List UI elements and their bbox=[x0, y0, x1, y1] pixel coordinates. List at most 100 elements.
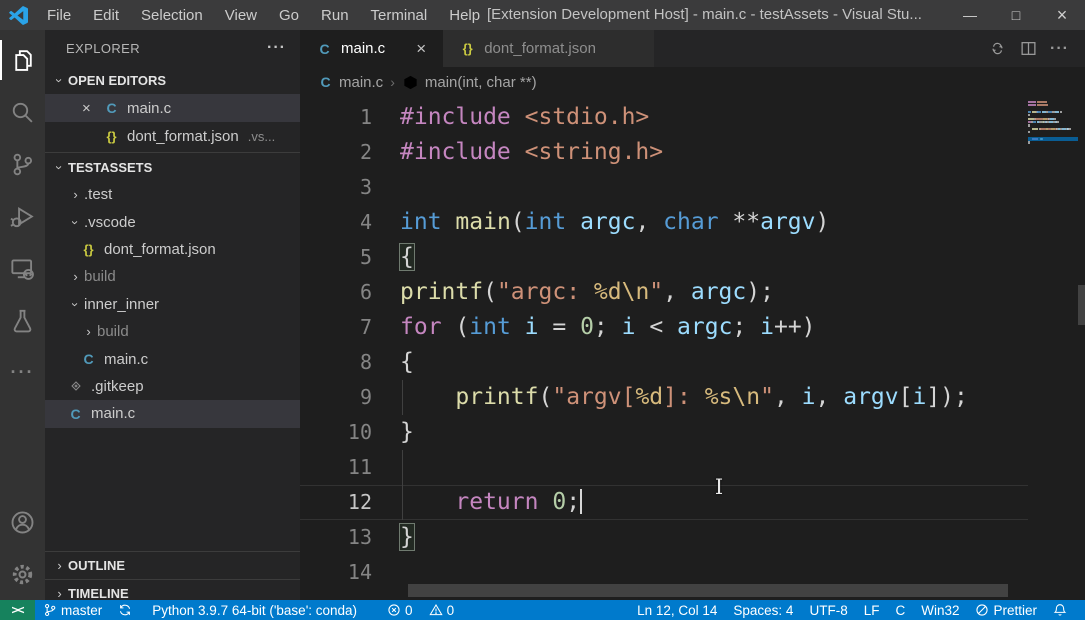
code-line-5[interactable]: 5{ bbox=[300, 240, 1028, 275]
status-warnings[interactable]: 0 bbox=[421, 600, 463, 620]
status-prettier[interactable]: Prettier bbox=[967, 600, 1045, 620]
status-indentation[interactable]: Spaces: 4 bbox=[725, 600, 801, 620]
activitybar-source-control[interactable] bbox=[0, 138, 45, 190]
code-line-6[interactable]: 6printf("argc: %d\n", argc); bbox=[300, 275, 1028, 310]
open-editor-dont-format-json[interactable]: {}dont_format.json.vs... bbox=[45, 122, 300, 150]
status-label: Python 3.9.7 64-bit ('base': conda) bbox=[152, 603, 357, 618]
close-button[interactable]: × bbox=[1039, 0, 1085, 30]
close-icon[interactable]: × bbox=[411, 39, 431, 59]
code-line-8[interactable]: 8{ bbox=[300, 345, 1028, 380]
settings-icon bbox=[10, 562, 35, 587]
tree-item-label: dont_format.json bbox=[104, 241, 216, 258]
tree-item-build[interactable]: ›build bbox=[45, 318, 300, 345]
vertical-scrollbar[interactable] bbox=[1078, 285, 1085, 325]
more-icon: ··· bbox=[11, 362, 35, 383]
editor-actions: ··· bbox=[982, 30, 1085, 67]
minimap-line bbox=[1028, 104, 1036, 106]
outline-header[interactable]: › OUTLINE bbox=[45, 551, 300, 579]
c-file-icon: C bbox=[80, 351, 97, 367]
menu-edit[interactable]: Edit bbox=[82, 0, 130, 30]
code-text: printf("argc: %d\n", argc); bbox=[400, 275, 774, 310]
tree-item-gitkeep[interactable]: .gitkeep bbox=[45, 373, 300, 400]
menu-help[interactable]: Help bbox=[438, 0, 491, 30]
activitybar-remote-explorer[interactable] bbox=[0, 242, 45, 294]
line-number: 5 bbox=[300, 240, 372, 275]
minimap-line bbox=[1037, 101, 1046, 103]
horizontal-scrollbar[interactable] bbox=[408, 584, 1008, 597]
activitybar-run-and-debug[interactable] bbox=[0, 190, 45, 242]
status-errors[interactable]: 0 bbox=[379, 600, 421, 620]
code-line-1[interactable]: 1#include <stdio.h> bbox=[300, 100, 1028, 135]
minimap-line bbox=[1028, 131, 1030, 133]
status-cursor-position[interactable]: Ln 12, Col 14 bbox=[629, 600, 725, 620]
activitybar-accounts[interactable] bbox=[0, 496, 45, 548]
tree-item-dont-format-json[interactable]: {}dont_format.json bbox=[45, 236, 300, 263]
tree-item-main-c[interactable]: Cmain.c bbox=[45, 400, 300, 427]
breadcrumb-file[interactable]: main.c bbox=[339, 74, 383, 91]
tab-main-c[interactable]: Cmain.c× bbox=[300, 30, 443, 67]
line-number: 12 bbox=[300, 485, 372, 520]
minimap[interactable] bbox=[1028, 100, 1078, 220]
status-sync[interactable] bbox=[110, 600, 144, 620]
menu-selection[interactable]: Selection bbox=[130, 0, 214, 30]
minimap-line bbox=[1028, 101, 1036, 103]
tree-root-header[interactable]: › TESTASSETS bbox=[45, 153, 300, 181]
close-icon[interactable]: × bbox=[82, 100, 98, 117]
split-editor-button[interactable] bbox=[1013, 34, 1044, 64]
status-notifications[interactable] bbox=[1045, 600, 1079, 620]
open-editors-header[interactable]: › OPEN EDITORS bbox=[45, 66, 300, 94]
activitybar-explorer[interactable] bbox=[0, 34, 45, 86]
tree-item-inner-inner[interactable]: ›inner_inner bbox=[45, 291, 300, 318]
status-platform[interactable]: Win32 bbox=[913, 600, 967, 620]
breadcrumb-symbol[interactable]: main(int, char **) bbox=[425, 74, 537, 91]
activitybar-testing[interactable] bbox=[0, 294, 45, 346]
status-python-interpreter[interactable]: Python 3.9.7 64-bit ('base': conda) bbox=[144, 600, 365, 620]
line-number: 8 bbox=[300, 345, 372, 380]
explorer-more-icon[interactable]: ··· bbox=[267, 39, 286, 57]
status-git-branch[interactable]: master bbox=[35, 600, 110, 620]
menu-view[interactable]: View bbox=[214, 0, 268, 30]
menu-run[interactable]: Run bbox=[310, 0, 360, 30]
menu-bar: FileEditSelectionViewGoRunTerminalHelp bbox=[36, 0, 491, 30]
code-line-13[interactable]: 13} bbox=[300, 520, 1028, 555]
tree-item-build[interactable]: ›build bbox=[45, 263, 300, 290]
open-editor-main-c[interactable]: ×Cmain.c bbox=[45, 94, 300, 122]
code-text: for (int i = 0; i < argc; i++) bbox=[400, 310, 816, 345]
status-language-mode[interactable]: C bbox=[887, 600, 913, 620]
tree-item-test[interactable]: ›.test bbox=[45, 181, 300, 208]
code-line-3[interactable]: 3 bbox=[300, 170, 1028, 205]
chevron-right-icon: › bbox=[67, 269, 84, 284]
more-actions-button[interactable]: ··· bbox=[1044, 34, 1075, 64]
remote-indicator[interactable]: >< bbox=[0, 600, 35, 620]
chevron-right-icon: › bbox=[67, 187, 84, 202]
activitybar-settings[interactable] bbox=[0, 548, 45, 600]
tab-dont-format-json[interactable]: {}dont_format.json× bbox=[443, 30, 654, 67]
window-title: [Extension Development Host] - main.c - … bbox=[487, 0, 922, 30]
code-line-2[interactable]: 2#include <string.h> bbox=[300, 135, 1028, 170]
code-line-4[interactable]: 4int main(int argc, char **argv) bbox=[300, 205, 1028, 240]
code-editor[interactable]: 1#include <stdio.h>2#include <string.h>3… bbox=[300, 97, 1085, 600]
code-line-9[interactable]: 9 printf("argv[%d]: %s\n", i, argv[i]); bbox=[300, 380, 1028, 415]
status-encoding[interactable]: UTF-8 bbox=[801, 600, 855, 620]
status-label: 0 bbox=[447, 603, 455, 618]
json-file-icon: {} bbox=[103, 129, 120, 144]
accounts-icon bbox=[10, 510, 35, 535]
minimize-button[interactable]: — bbox=[947, 0, 993, 30]
activitybar-more[interactable]: ··· bbox=[0, 346, 45, 398]
tree-item-main-c[interactable]: Cmain.c bbox=[45, 345, 300, 372]
code-line-11[interactable]: 11 bbox=[300, 450, 1028, 485]
minimap-line bbox=[1035, 118, 1042, 120]
menu-go[interactable]: Go bbox=[268, 0, 310, 30]
maximize-button[interactable]: □ bbox=[993, 0, 1039, 30]
compare-changes-button[interactable] bbox=[982, 34, 1013, 64]
activitybar-search[interactable] bbox=[0, 86, 45, 138]
c-file-icon: C bbox=[103, 100, 120, 116]
code-line-10[interactable]: 10} bbox=[300, 415, 1028, 450]
tree-item-vscode[interactable]: ›.vscode bbox=[45, 208, 300, 235]
code-line-7[interactable]: 7for (int i = 0; i < argc; i++) bbox=[300, 310, 1028, 345]
menu-file[interactable]: File bbox=[36, 0, 82, 30]
status-eol[interactable]: LF bbox=[856, 600, 888, 620]
code-line-12[interactable]: 12 return 0; bbox=[300, 485, 1028, 520]
menu-terminal[interactable]: Terminal bbox=[360, 0, 439, 30]
tree-item-label: build bbox=[84, 268, 116, 285]
